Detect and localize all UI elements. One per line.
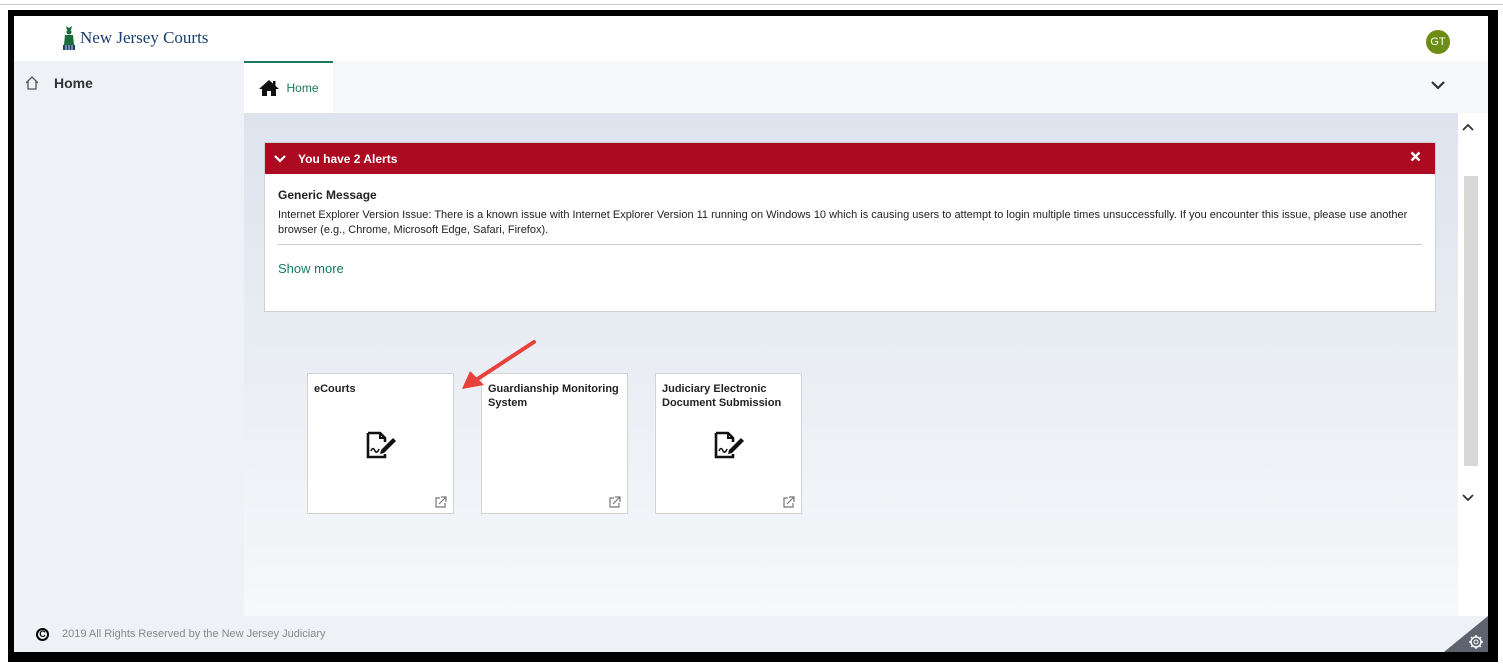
- scroll-up-icon[interactable]: [1462, 123, 1474, 132]
- app-window: New Jersey Courts GT Home Home You have …: [14, 16, 1488, 652]
- sidebar-item-home[interactable]: Home: [24, 75, 93, 91]
- nj-courts-logo[interactable]: New Jersey Courts: [60, 25, 208, 51]
- home-outline-icon: [25, 76, 39, 90]
- main-content: You have 2 Alerts Generic Message Intern…: [244, 113, 1458, 616]
- chevron-down-icon[interactable]: [1430, 79, 1446, 91]
- tile-ecourts[interactable]: eCourts: [307, 373, 454, 514]
- external-link-icon: [435, 496, 447, 508]
- scrollbar-thumb[interactable]: [1464, 176, 1478, 466]
- tile-title: eCourts: [314, 383, 356, 395]
- footer-copyright: 2019 All Rights Reserved by the New Jers…: [62, 628, 326, 640]
- alerts-panel: You have 2 Alerts Generic Message Intern…: [264, 142, 1436, 312]
- sidebar-item-label: Home: [54, 75, 93, 91]
- sidebar: Home: [14, 61, 244, 616]
- scroll-down-icon[interactable]: [1462, 493, 1474, 502]
- alert-body: Generic Message Internet Explorer Versio…: [265, 174, 1435, 278]
- settings-gear-icon[interactable]: [1444, 616, 1488, 652]
- alert-title: Generic Message: [278, 188, 377, 202]
- alerts-header: You have 2 Alerts: [265, 143, 1435, 174]
- close-icon: [1410, 151, 1421, 162]
- screenshot-frame: New Jersey Courts GT Home Home You have …: [8, 10, 1498, 662]
- lady-liberty-icon: [63, 26, 75, 50]
- divider: [278, 244, 1422, 245]
- alerts-count-label: You have 2 Alerts: [298, 151, 398, 166]
- collapse-alerts-button[interactable]: [274, 154, 286, 164]
- tab-home[interactable]: Home: [244, 61, 333, 113]
- tab-label: Home: [286, 81, 319, 95]
- alert-message: Internet Explorer Version Issue: There i…: [278, 209, 1408, 236]
- tile-jeds[interactable]: Judiciary Electronic Document Submission: [655, 373, 802, 514]
- copyright-icon: C: [36, 627, 49, 641]
- signed-document-icon: [366, 431, 396, 459]
- home-icon: [259, 80, 280, 96]
- close-alerts-button[interactable]: [1410, 151, 1421, 165]
- top-border: [0, 4, 1503, 5]
- user-avatar[interactable]: GT: [1426, 30, 1450, 54]
- external-link-icon: [609, 496, 621, 508]
- tile-title: Judiciary Electronic Document Submission: [662, 383, 782, 409]
- tab-bar: Home: [244, 61, 1488, 113]
- app-header: New Jersey Courts GT: [14, 16, 1488, 61]
- footer: C 2019 All Rights Reserved by the New Je…: [14, 616, 1488, 652]
- show-more-link[interactable]: Show more: [278, 261, 344, 276]
- annotation-arrow: [462, 340, 536, 389]
- external-link-icon: [783, 496, 795, 508]
- signed-document-icon: [714, 431, 744, 459]
- logo-text: New Jersey Courts: [80, 28, 209, 47]
- chevron-down-icon: [274, 154, 286, 163]
